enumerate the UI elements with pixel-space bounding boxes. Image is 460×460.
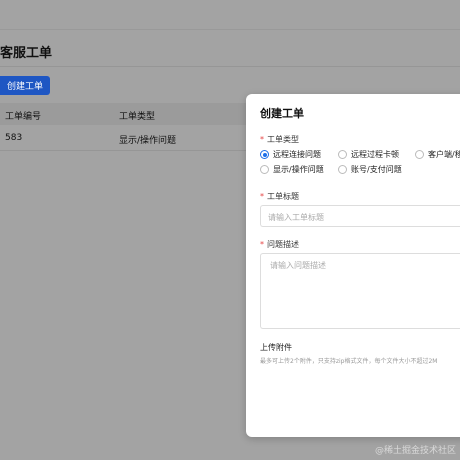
create-ticket-button[interactable]: 创建工单: [0, 76, 50, 95]
description-label: * 问题描述: [260, 240, 299, 249]
required-mark: *: [260, 192, 264, 201]
radio-icon: [338, 150, 347, 159]
description-textarea[interactable]: 请输入问题描述: [260, 253, 460, 329]
column-header-id: 工单编号: [5, 112, 42, 122]
top-bar: [0, 0, 460, 30]
subject-input[interactable]: 请输入工单标题: [260, 205, 460, 227]
page-title: 客服工单: [0, 46, 53, 61]
watermark: @稀土掘金技术社区: [374, 446, 456, 456]
subject-label: * 工单标题: [260, 192, 299, 201]
radio-checked-icon: [260, 150, 269, 159]
divider: [0, 66, 460, 67]
column-header-type: 工单类型: [119, 112, 156, 122]
required-mark: *: [260, 135, 264, 144]
ticket-id-cell: 583: [5, 133, 23, 143]
radio-remote-lag[interactable]: 远程过程卡顿: [338, 149, 399, 160]
ticket-type-label: * 工单类型: [260, 135, 299, 144]
radio-account-payment[interactable]: 账号/支付问题: [338, 164, 402, 175]
dialog-title: 创建工单: [260, 107, 304, 120]
create-ticket-dialog: 创建工单 * 工单类型 远程连接问题 远程过程卡顿 客户端/移 显示/操作问题 账…: [246, 94, 460, 437]
radio-icon: [260, 165, 269, 174]
radio-icon: [338, 165, 347, 174]
upload-label[interactable]: 上传附件: [260, 342, 292, 353]
radio-icon: [415, 150, 424, 159]
ticket-type-cell: 显示/操作问题: [119, 136, 177, 146]
radio-display-operation[interactable]: 显示/操作问题: [260, 164, 324, 175]
upload-hint: 最多可上传2个附件，只支持zip格式文件，每个文件大小不超过2M: [260, 358, 438, 365]
required-mark: *: [260, 240, 264, 249]
radio-client-mobile[interactable]: 客户端/移: [415, 149, 460, 160]
radio-remote-connection[interactable]: 远程连接问题: [260, 149, 321, 160]
